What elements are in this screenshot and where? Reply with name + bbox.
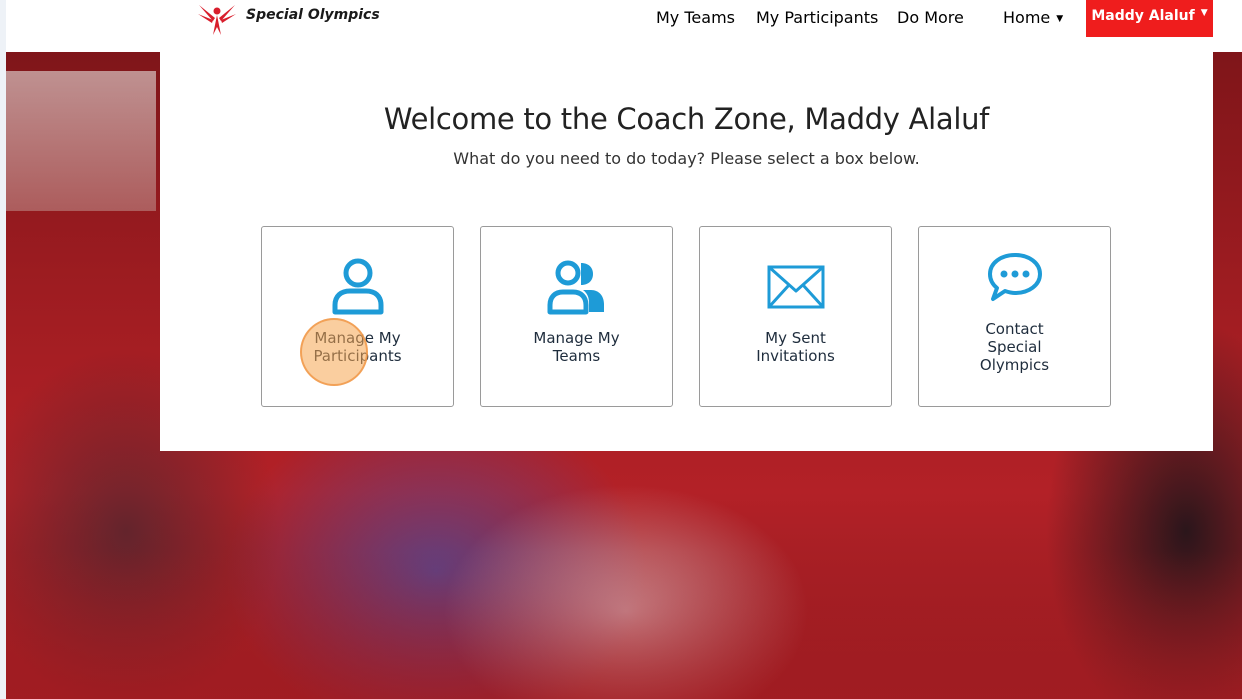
card-label: Manage My Participants (262, 329, 453, 365)
nav-my-participants[interactable]: My Participants (756, 8, 878, 27)
card-label-line2: Invitations (756, 347, 835, 365)
card-label: My Sent Invitations (700, 329, 891, 365)
card-label: Manage My Teams (481, 329, 672, 365)
brand-logo[interactable]: Special Olympics (196, 0, 380, 40)
nav-home-dropdown[interactable]: Home ▼ (1003, 8, 1063, 27)
caret-down-icon: ▼ (1056, 13, 1064, 24)
manage-participants-card[interactable]: Manage My Participants (261, 226, 454, 407)
hero-photo-band (6, 551, 1242, 699)
chat-bubble-icon (919, 251, 1110, 303)
card-label-line2: Special (987, 338, 1042, 356)
card-label-line2: Participants (313, 347, 402, 365)
card-label-line1: My Sent (765, 329, 826, 347)
top-navigation-bar: Special Olympics My Teams My Participant… (6, 0, 1242, 52)
card-label-line1: Contact (985, 320, 1044, 338)
hero-photo-region (6, 71, 156, 211)
card-label-line1: Manage My (314, 329, 401, 347)
caret-down-icon: ▼ (1200, 8, 1208, 18)
card-label-line3: Olympics (979, 356, 1050, 374)
nav-my-teams[interactable]: My Teams (656, 8, 735, 27)
contact-special-olympics-card[interactable]: Contact Special Olympics (918, 226, 1111, 407)
envelope-icon (700, 265, 891, 309)
special-olympics-logo-icon (198, 5, 236, 35)
manage-teams-card[interactable]: Manage My Teams (480, 226, 673, 407)
nav-do-more[interactable]: Do More (897, 8, 964, 27)
user-icon (262, 257, 453, 315)
sent-invitations-card[interactable]: My Sent Invitations (699, 226, 892, 407)
user-menu-label: Maddy Alaluf (1091, 8, 1195, 24)
card-label: Contact Special Olympics (919, 320, 1110, 374)
coach-zone-panel: Welcome to the Coach Zone, Maddy Alaluf … (160, 52, 1213, 451)
team-icon (481, 257, 672, 315)
user-menu-button[interactable]: Maddy Alaluf ▼ (1086, 0, 1213, 37)
brand-name: Special Olympics (246, 7, 380, 23)
page-subtitle: What do you need to do today? Please sel… (453, 149, 920, 168)
nav-home-label: Home (1003, 8, 1051, 27)
card-label-line2: Teams (552, 347, 601, 365)
card-label-line1: Manage My (533, 329, 620, 347)
page-title: Welcome to the Coach Zone, Maddy Alaluf (383, 102, 990, 136)
